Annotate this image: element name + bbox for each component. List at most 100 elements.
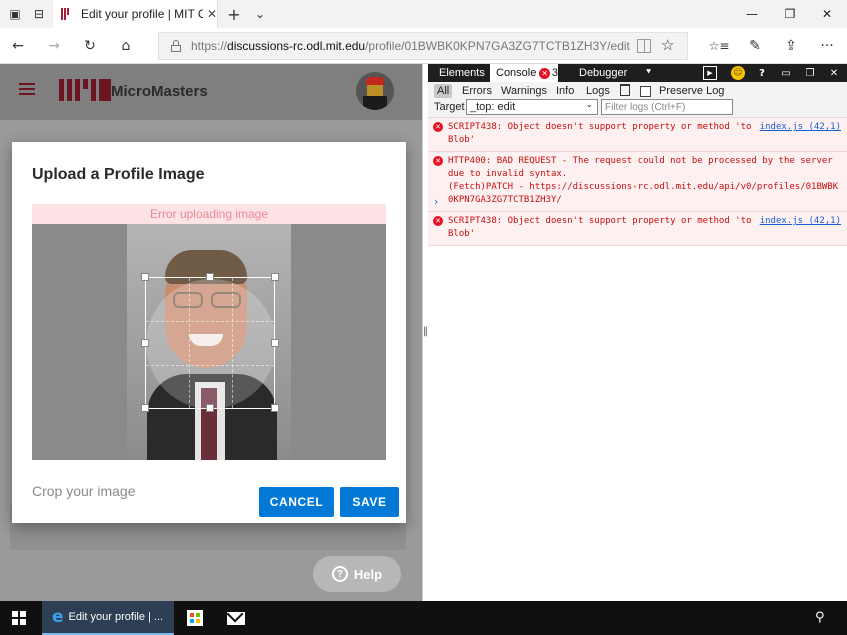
filter-info[interactable]: Info [553,84,577,98]
message-line: HTTP400: BAD REQUEST - The request could… [448,156,833,166]
favorite-star-icon[interactable]: ☆ [661,36,674,54]
tab-preview-icon[interactable]: ▣ [7,6,23,22]
app-header: MicroMasters [0,64,422,120]
tab-close-icon[interactable]: ✕ [207,7,217,21]
tab-debugger[interactable]: Debugger [579,64,627,82]
preserve-log-checkbox[interactable] [640,86,651,97]
share-icon[interactable]: ⇪ [781,36,801,56]
target-value: _top: edit [470,101,516,113]
feedback-smiley-icon[interactable]: ☺ [731,66,745,80]
dock-icon[interactable]: ▭ [779,66,793,80]
minimize-button[interactable]: — [734,0,770,28]
console-filter-bar: All Errors Warnings Info Logs Preserve L… [428,82,847,118]
source-link[interactable]: index.js (42,1) [757,215,841,228]
mit-favicon-icon [61,8,73,20]
filter-logs[interactable]: Logs [583,84,613,98]
favorites-hub-icon[interactable]: ☆≡ [709,36,730,56]
store-icon[interactable] [187,610,203,626]
tab-title: Edit your profile | MIT C [81,7,203,21]
taskbar-edge-item[interactable]: e Edit your profile | ... [42,601,174,635]
save-button[interactable]: SAVE [340,487,399,517]
devtools-close-icon[interactable]: ✕ [827,66,841,80]
console-error-count: 3 [551,67,558,79]
tab-console-label: Console [496,67,537,79]
target-select[interactable]: _top: edit ⌄ [466,99,598,115]
crop-handle-top-right[interactable] [271,273,279,281]
url-text[interactable]: https://discussions-rc.odl.mit.edu/profi… [191,39,630,53]
message-line: Blob' [448,229,476,239]
forward-button[interactable]: → [44,36,64,56]
message-line: Blob' [448,135,476,145]
restore-button[interactable]: ❐ [772,0,808,28]
crop-handle-left[interactable] [141,339,149,347]
set-aside-tabs-icon[interactable]: ⊟ [31,6,47,22]
undock-icon[interactable]: ❐ [803,66,817,80]
dialog-title: Upload a Profile Image [32,166,205,183]
crop-handle-bottom-left[interactable] [141,404,149,412]
upload-profile-image-dialog: Upload a Profile Image Error uploading i… [12,142,406,523]
taskbar-edge-label: Edit your profile | ... [68,611,164,623]
user-avatar[interactable] [356,72,394,110]
image-crop-area[interactable] [32,224,386,460]
console-output: ✕ SCRIPT438: Object doesn't support prop… [428,118,847,246]
cancel-button[interactable]: CANCEL [259,487,334,517]
brand-name[interactable]: MicroMasters [111,83,208,100]
help-button[interactable]: ? Help [313,556,401,592]
mit-logo[interactable] [59,79,111,101]
crop-handle-bottom[interactable] [206,404,214,412]
address-bar[interactable]: https://discussions-rc.odl.mit.edu/profi… [158,32,688,60]
devtools-help-icon[interactable]: ? [755,66,769,80]
filter-all[interactable]: All [434,84,453,98]
close-window-button[interactable]: ✕ [809,0,845,28]
message-line: (Fetch)PATCH - https://discussions-rc.od… [448,182,839,192]
tab-menu-chevron-icon[interactable]: ⌄ [252,6,268,22]
more-tabs-icon[interactable]: ⯆ [645,64,652,82]
target-label: Target [434,101,465,113]
crop-selection-box[interactable] [141,273,279,412]
message-line: 0KPN7GA3ZG7TCTB1ZH3Y/ [448,195,562,205]
devtools-tab-bar: Elements Console ✕ 3 Debugger ⯆ ▶ ☺ ? ▭ … [428,64,847,82]
mail-icon[interactable] [227,612,245,625]
web-notes-icon[interactable]: ✎ [745,36,765,56]
tab-edit-profile[interactable]: Edit your profile | MIT C ✕ [53,0,218,28]
console-terminal-icon[interactable]: ▶ [703,66,717,80]
tab-console[interactable]: Console ✕ 3 [490,64,558,82]
new-tab-icon[interactable]: + [226,5,242,24]
error-message: Error uploading image [32,204,386,224]
help-icon: ? [331,566,348,582]
error-icon: ✕ [433,216,443,226]
refresh-button[interactable]: ↻ [80,36,100,56]
error-icon: ✕ [433,156,443,166]
people-icon[interactable]: ⚲ [815,610,825,625]
crop-handle-top[interactable] [206,273,214,281]
crop-handle-top-left[interactable] [141,273,149,281]
console-prompt-icon[interactable]: › [434,195,438,208]
filter-logs-input[interactable]: Filter logs (Ctrl+F) [601,99,733,115]
crop-gridline [146,321,274,322]
console-error-message[interactable]: ✕ SCRIPT438: Object doesn't support prop… [428,118,847,152]
source-link[interactable]: index.js (42,1) [757,121,841,134]
console-error-message[interactable]: ✕ SCRIPT438: Object doesn't support prop… [428,212,847,246]
more-icon[interactable]: ··· [817,36,837,56]
back-button[interactable]: ← [8,36,28,56]
home-button[interactable]: ⌂ [116,36,136,56]
crop-handle-right[interactable] [271,339,279,347]
message-line: due to invalid syntax. [448,169,568,179]
filter-errors[interactable]: Errors [459,84,495,98]
lock-icon [171,40,181,52]
error-badge-icon: ✕ [539,67,550,79]
edge-icon: e [52,607,64,627]
reading-view-icon[interactable] [637,39,651,53]
crop-handle-bottom-right[interactable] [271,404,279,412]
crop-circle-preview [146,279,276,409]
taskbar: e Edit your profile | ... ⚲ [0,601,847,635]
tab-elements[interactable]: Elements [439,64,485,82]
chevron-down-icon: ⌄ [585,100,593,110]
console-error-message[interactable]: ✕ HTTP400: BAD REQUEST - The request cou… [428,152,847,212]
hamburger-menu-icon[interactable] [19,83,35,95]
filter-warnings[interactable]: Warnings [498,84,550,98]
crop-gridline [189,278,190,408]
tab-bar: ▣ ⊟ Edit your profile | MIT C ✕ + ⌄ — ❐ … [0,0,847,28]
clear-console-trash-icon[interactable] [620,84,630,96]
windows-start-icon[interactable] [12,611,26,625]
